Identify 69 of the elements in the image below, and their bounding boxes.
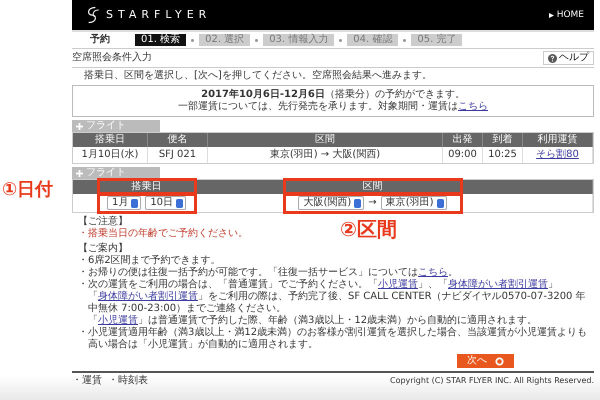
dot-icon xyxy=(191,38,194,42)
fare-link[interactable]: こちら xyxy=(418,267,448,278)
origin-select[interactable]: 大阪(関西) xyxy=(298,196,364,210)
table-cell: 1月10日(水) xyxy=(73,147,148,163)
copyright-text: Copyright (C) STAR FLYER INC. All Rights Reserved. xyxy=(390,376,594,386)
question-icon xyxy=(548,54,557,62)
fare-link[interactable]: 小児運賃 xyxy=(378,279,418,290)
bullet-mark: ・ xyxy=(78,327,88,340)
bullet-mark: ・ xyxy=(78,255,88,267)
column-header: 利用運賃 xyxy=(523,133,593,147)
guide-text: 「身体障がい者割引運賃」をご利用の際は、予約完了後、SF CALL CENTER（ナビダイヤル0570-07-3200 年中無休 7:00-23:00）までご連絡ください。 xyxy=(88,291,587,314)
caution-heading: 【ご注意】 xyxy=(78,216,129,228)
step-indicator: 04. 確認 xyxy=(347,34,398,46)
column-header: 搭乗日 xyxy=(73,133,148,147)
destination-select[interactable]: 東京(羽田) xyxy=(380,196,446,210)
table-cell: 東京(羽田) → 大阪(関西) xyxy=(208,147,443,163)
next-button[interactable]: 次へ xyxy=(457,354,514,368)
dot-icon xyxy=(403,38,406,42)
dot-icon xyxy=(255,38,258,42)
month-select[interactable]: 1月 xyxy=(106,196,142,210)
step-indicator: 02. 選択 xyxy=(199,34,250,46)
notice-text: 2017年10月6日-12月6日（搭乗分）の予約ができます。 xyxy=(200,89,466,100)
fare-link[interactable]: 身体障がい者割引運賃 xyxy=(98,291,198,302)
instruction-text: 搭乗日、区間を選択し、[次へ]を押してください。空席照会結果へ進みます。 xyxy=(83,68,433,83)
page-title: 空席照会条件入力 xyxy=(72,52,152,64)
fare-link[interactable]: 小児運賃 xyxy=(98,315,138,326)
guide-text: 6席2区間まで予約できます。 xyxy=(88,255,221,266)
reservation-label: 予約 xyxy=(90,34,110,46)
column-header: 出発 xyxy=(443,133,483,147)
step-indicator: 01. 検索 xyxy=(135,34,186,46)
fare-link[interactable]: 身体障がい者割引運賃 xyxy=(448,279,548,290)
updown-icon xyxy=(176,198,184,208)
bullet-mark: ・ xyxy=(78,279,88,292)
here-link[interactable]: こちら xyxy=(458,101,488,113)
notice-text: 一部運賃については、先行発売を承ります。対象期間・運賃は xyxy=(178,101,458,113)
dot-icon xyxy=(339,38,342,42)
help-button[interactable]: ヘルプ xyxy=(543,51,594,65)
step-indicator: 03. 情報入力 xyxy=(263,34,334,46)
footer-link[interactable]: ・時刻表 xyxy=(108,375,148,387)
plus-icon xyxy=(76,122,83,130)
updown-icon xyxy=(131,198,138,208)
column-header: 区間 xyxy=(208,133,443,147)
table-cell: SFJ 021 xyxy=(148,147,208,163)
day-select[interactable]: 10日 xyxy=(145,196,186,210)
guide-text: 次の運賃をご利用の場合は、「普通運賃」でご予約ください。「小児運賃」、「身体障がい者割引運賃」 xyxy=(88,279,559,290)
guide-text: 「小児運賃」は普通運賃で予約した際、年齢（満3歳以上・12歳未満）から自動的に適用されます。 xyxy=(88,315,538,326)
column-header: 到着 xyxy=(483,133,523,147)
step-indicator: 05. 完了 xyxy=(411,34,462,46)
table-cell: 10:25 xyxy=(483,147,523,163)
caution-text: ・搭乗当日の年齢でご予約ください。 xyxy=(78,228,248,240)
home-link[interactable]: HOME xyxy=(556,10,584,20)
guide-text: 小児運賃適用年齢（満3歳以上・満12歳未満）のお客様が割引運賃を選択した場合、当該運賃が小児運賃よりも高い場合は「小児運賃」が自動的に適用されます。 xyxy=(88,327,588,351)
table-cell: 09:00 xyxy=(443,147,483,163)
updown-icon xyxy=(354,198,362,208)
column-header: 便名 xyxy=(148,133,208,147)
bullet-mark: ・ xyxy=(78,267,88,279)
plus-icon xyxy=(76,170,83,176)
guide-text: お帰りの便は往復一括予約が可能です。「往復一括サービス」についてはこちら。 xyxy=(88,267,458,278)
ring-icon xyxy=(495,356,504,366)
brand-logo-text: STARFLYER xyxy=(106,8,212,22)
guide-heading: 【ご案内】 xyxy=(78,243,129,254)
annotation-label: ②区間 xyxy=(340,217,397,241)
footer-link[interactable]: ・運賃 xyxy=(72,375,102,387)
arrow-text: → xyxy=(368,197,377,209)
header-cell xyxy=(73,180,99,194)
updown-icon xyxy=(436,198,444,208)
fare-link[interactable]: そら割80 xyxy=(523,147,593,163)
triangle-icon xyxy=(548,12,554,18)
annotation-label: ①日付 xyxy=(2,179,54,201)
